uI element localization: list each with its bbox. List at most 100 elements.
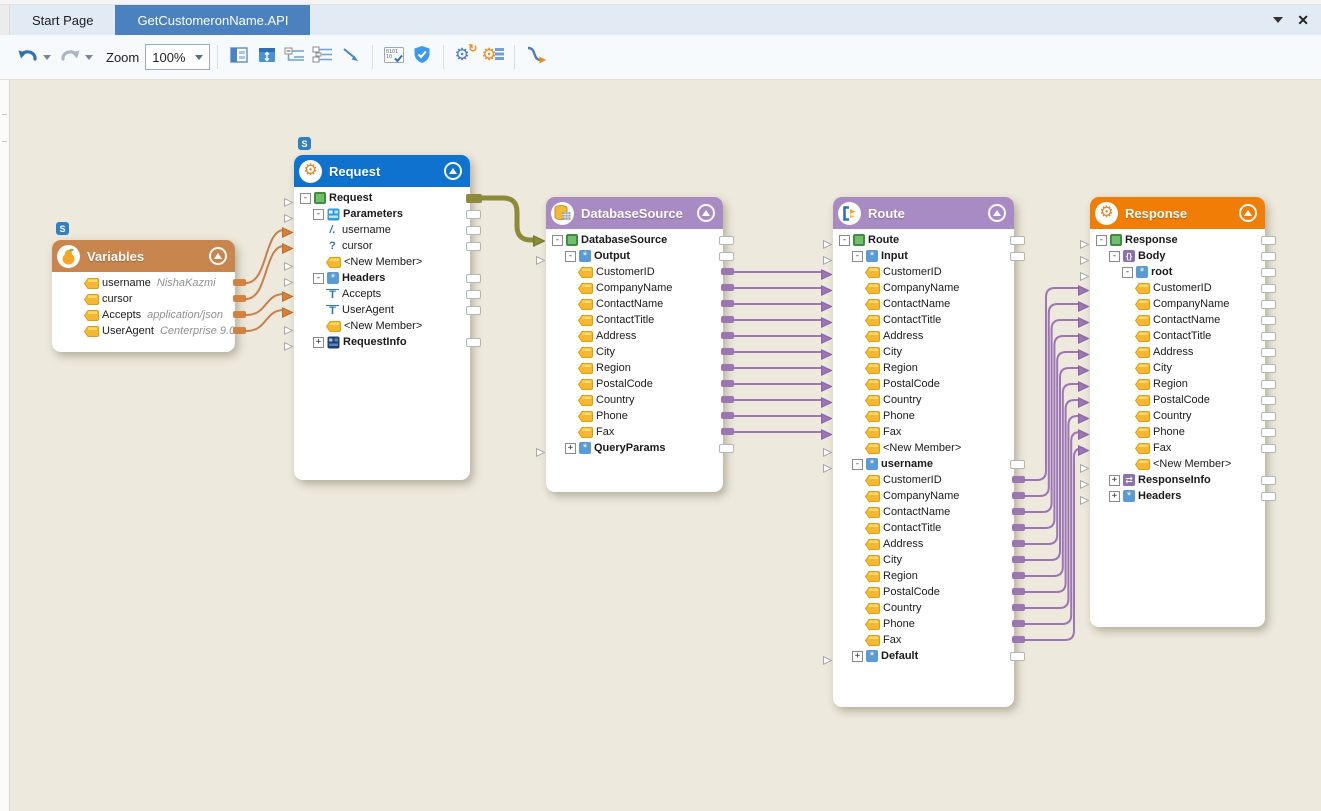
expand-toggle-icon[interactable]: + — [1109, 491, 1120, 502]
verify-shield-button[interactable] — [410, 42, 434, 72]
tree-row[interactable]: +*Default — [833, 648, 1014, 664]
tree-row[interactable]: City — [1090, 360, 1265, 376]
tree-row[interactable]: +*QueryParams — [546, 440, 723, 456]
tree-row[interactable]: Phone — [833, 616, 1014, 632]
tree-row[interactable]: Address — [833, 536, 1014, 552]
tree-row[interactable]: -Response — [1090, 232, 1265, 248]
tree-row[interactable]: CustomerID — [546, 264, 723, 280]
output-port[interactable] — [466, 306, 481, 315]
wire-variables-to-request[interactable] — [246, 294, 284, 315]
collapse-toggle-icon[interactable]: - — [839, 235, 850, 246]
input-port[interactable] — [1080, 492, 1089, 510]
output-port[interactable] — [721, 332, 734, 339]
node-header-route[interactable]: Route — [833, 197, 1014, 229]
tree-row[interactable]: -Route — [833, 232, 1014, 248]
tree-row[interactable]: <New Member> — [1090, 456, 1265, 472]
tree-row[interactable]: PostalCode — [833, 584, 1014, 600]
output-port[interactable] — [1261, 476, 1276, 485]
tree-row[interactable]: ContactName — [833, 504, 1014, 520]
output-port[interactable] — [1012, 524, 1025, 531]
tree-row[interactable]: CustomerID — [833, 264, 1014, 280]
wire-route-to-response[interactable] — [1025, 336, 1080, 528]
node-header-databasesource[interactable]: DatabaseSource — [546, 197, 723, 229]
collapse-toggle-icon[interactable]: - — [565, 251, 576, 262]
collapse-toggle-icon[interactable]: - — [852, 251, 863, 262]
tree-row[interactable]: Fax — [833, 424, 1014, 440]
left-panel-splitter[interactable] — [0, 80, 10, 811]
output-port[interactable] — [721, 380, 734, 387]
output-port[interactable] — [1010, 460, 1025, 469]
input-port[interactable] — [823, 460, 832, 478]
tree-row[interactable]: Phone — [833, 408, 1014, 424]
output-port[interactable] — [1261, 396, 1276, 405]
tab-getcustomeronname-api[interactable]: GetCustomeronName.API — [115, 5, 310, 35]
wire-route-to-response[interactable] — [1025, 320, 1080, 512]
wire-route-to-response[interactable] — [1025, 400, 1080, 592]
tree-row[interactable]: Address — [546, 328, 723, 344]
node-variables[interactable]: SVariablesusernameNishaKazmicursorAccept… — [52, 240, 235, 352]
output-port[interactable] — [466, 194, 482, 203]
tree-row[interactable]: /.username — [294, 222, 470, 238]
output-port[interactable] — [233, 327, 246, 334]
input-port[interactable] — [536, 444, 545, 462]
tree-row[interactable]: -*Headers — [294, 270, 470, 286]
output-port[interactable] — [1261, 300, 1276, 309]
output-port[interactable] — [1261, 252, 1276, 261]
output-port[interactable] — [466, 338, 481, 347]
output-port[interactable] — [1012, 540, 1025, 547]
preview-data-button[interactable]: 010110 — [382, 42, 406, 72]
output-port[interactable] — [1261, 284, 1276, 293]
wire-variables-to-request[interactable] — [246, 246, 284, 299]
output-port[interactable] — [1261, 492, 1276, 501]
dropdown-caret-icon[interactable] — [43, 55, 51, 60]
tree-row[interactable]: PostalCode — [1090, 392, 1265, 408]
tree-row[interactable]: Region — [833, 360, 1014, 376]
tree-row[interactable]: TAccepts — [294, 286, 470, 302]
node-route[interactable]: Route-Route-*InputCustomerIDCompanyNameC… — [833, 197, 1014, 707]
output-port[interactable] — [1261, 364, 1276, 373]
wire-route-to-response[interactable] — [1025, 432, 1080, 624]
wire-route-to-response[interactable] — [1025, 416, 1080, 608]
wire-route-to-response[interactable] — [1025, 448, 1083, 640]
output-port[interactable] — [1010, 652, 1025, 661]
tree-row[interactable]: CompanyName — [546, 280, 723, 296]
collapse-toggle-icon[interactable]: - — [1096, 235, 1107, 246]
tree-row[interactable]: -*username — [833, 456, 1014, 472]
output-port[interactable] — [721, 412, 734, 419]
tree-row[interactable]: <New Member> — [294, 318, 470, 334]
tree-row[interactable]: CompanyName — [833, 280, 1014, 296]
output-port[interactable] — [466, 274, 481, 283]
deploy-settings-button[interactable]: ⚙ — [481, 42, 505, 72]
tree-row[interactable]: Phone — [546, 408, 723, 424]
tree-row[interactable]: CompanyName — [1090, 296, 1265, 312]
output-port[interactable] — [1261, 348, 1276, 357]
panel-left-button[interactable] — [227, 42, 251, 72]
tree-row[interactable]: ContactName — [1090, 312, 1265, 328]
panel-fit-button[interactable] — [255, 42, 279, 72]
tree-row[interactable]: Region — [546, 360, 723, 376]
tree-row[interactable]: +RequestInfo — [294, 334, 470, 350]
wire-route-to-response[interactable] — [1025, 384, 1080, 576]
tree-row[interactable]: City — [833, 552, 1014, 568]
output-port[interactable] — [1261, 428, 1276, 437]
tree-row[interactable]: TUserAgent — [294, 302, 470, 318]
node-header-request[interactable]: ⚙Request — [294, 155, 470, 187]
collapse-toggle-icon[interactable]: - — [313, 273, 324, 284]
output-port[interactable] — [466, 242, 481, 251]
tree-row[interactable]: PostalCode — [546, 376, 723, 392]
tree-row[interactable]: ContactTitle — [546, 312, 723, 328]
job-settings-button[interactable]: ⚙↻ — [453, 42, 477, 72]
input-port[interactable] — [536, 252, 545, 270]
tree-row[interactable]: -Parameters — [294, 206, 470, 222]
tree-row[interactable]: Address — [833, 328, 1014, 344]
wire-route-to-response[interactable] — [1025, 352, 1080, 544]
tree-row[interactable]: +*Headers — [1090, 488, 1265, 504]
tree-row[interactable]: ContactTitle — [1090, 328, 1265, 344]
output-port[interactable] — [233, 279, 246, 286]
dropdown-caret-icon[interactable] — [85, 55, 93, 60]
expand-toggle-icon[interactable]: + — [1109, 475, 1120, 486]
tree-row[interactable]: PostalCode — [833, 376, 1014, 392]
reroute-button[interactable] — [524, 42, 548, 72]
collapse-toggle-icon[interactable]: - — [313, 209, 324, 220]
collapse-toggle-icon[interactable]: - — [1109, 251, 1120, 262]
